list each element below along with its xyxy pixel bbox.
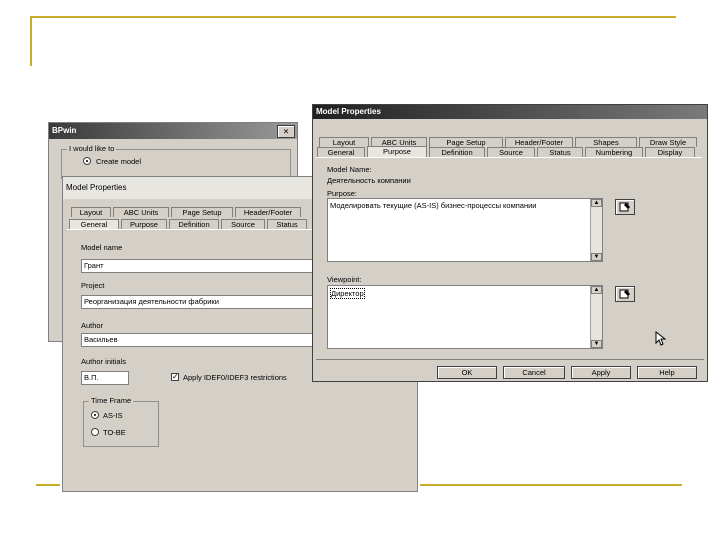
tab-source[interactable]: Source [487, 147, 535, 157]
slide-top-rule [30, 16, 676, 18]
author-initials-input[interactable]: В.П. [81, 371, 129, 385]
tab-display[interactable]: Display [645, 147, 695, 157]
as-is-label: AS-IS [103, 411, 123, 420]
viewpoint-text: Директор [330, 288, 365, 299]
mp-left-title: Model Properties [66, 183, 127, 192]
bpwin-title: BPwin [52, 126, 77, 135]
tab-status[interactable]: Status [537, 147, 583, 157]
to-be-label: TO-BE [103, 428, 126, 437]
close-icon: ✕ [282, 127, 290, 136]
author-initials-label: Author initials [81, 357, 127, 366]
mp-right-titlebar: Model Properties [313, 105, 707, 119]
help-button[interactable]: Help [637, 366, 697, 379]
idef-restrictions-label: Apply IDEF0/IDEF3 restrictions [183, 373, 287, 382]
purpose-scrollbar[interactable]: ▲ ▼ [590, 199, 602, 261]
tab-page-setup[interactable]: Page Setup [429, 137, 503, 147]
apply-button[interactable]: Apply [571, 366, 631, 379]
tab-header-footer[interactable]: Header/Footer [505, 137, 573, 147]
purpose-textarea[interactable]: Моделировать текущие (AS-IS) бизнес-проц… [327, 198, 603, 262]
slide-left-rule [30, 16, 32, 66]
tab-abc-units[interactable]: ABC Units [113, 207, 169, 217]
tab-layout[interactable]: Layout [319, 137, 369, 147]
bpwin-titlebar: BPwin [49, 123, 297, 139]
tab-purpose[interactable]: Purpose [367, 146, 427, 157]
purpose-text: Моделировать текущие (AS-IS) бизнес-проц… [330, 201, 537, 210]
tab-general[interactable]: General [317, 147, 365, 157]
scroll-up-icon[interactable]: ▲ [591, 286, 602, 294]
create-model-label: Create model [96, 157, 142, 166]
scroll-down-icon[interactable]: ▼ [591, 253, 602, 261]
to-be-radio[interactable] [91, 428, 99, 436]
mp-right-title: Model Properties [316, 107, 381, 116]
cancel-button[interactable]: Cancel [503, 366, 565, 379]
purpose-edit-button[interactable] [615, 199, 635, 215]
tab-definition[interactable]: Definition [169, 219, 219, 229]
scroll-down-icon[interactable]: ▼ [591, 340, 602, 348]
tab-numbering[interactable]: Numbering [585, 147, 643, 157]
tab-definition[interactable]: Definition [429, 147, 485, 157]
purpose-label: Purpose: [327, 189, 358, 198]
mp-right-tab-panel-border [316, 157, 702, 158]
model-name-label: Model Name: [327, 165, 372, 174]
viewpoint-scrollbar[interactable]: ▲ ▼ [590, 286, 602, 348]
tab-page-setup[interactable]: Page Setup [171, 207, 233, 217]
slide-bottom-rule-left [36, 484, 60, 486]
viewpoint-textarea[interactable]: Директор ▲ ▼ [327, 285, 603, 349]
bpwin-intro-label: I would like to [67, 144, 117, 153]
model-properties-right: Model Properties Layout ABC Units Page S… [312, 104, 708, 382]
slide-bottom-rule-right [420, 484, 682, 486]
tab-purpose[interactable]: Purpose [121, 219, 167, 229]
close-button[interactable]: ✕ [277, 125, 295, 138]
tab-general[interactable]: General [69, 219, 119, 229]
tab-header-footer[interactable]: Header/Footer [235, 207, 301, 217]
scroll-up-icon[interactable]: ▲ [591, 199, 602, 207]
author-label: Author [81, 321, 104, 330]
model-name-label: Model name [81, 243, 123, 252]
ok-button[interactable]: OK [437, 366, 497, 379]
idef-restrictions-checkbox[interactable]: ✓ [171, 373, 179, 381]
edit-icon [619, 289, 630, 299]
edit-icon [619, 202, 630, 212]
tab-status[interactable]: Status [267, 219, 307, 229]
model-name-value: Деятельность компании [327, 176, 411, 185]
button-bar [316, 359, 704, 360]
project-label: Project [81, 281, 105, 290]
tab-shapes[interactable]: Shapes [575, 137, 637, 147]
viewpoint-edit-button[interactable] [615, 286, 635, 302]
time-frame-label: Time Frame [89, 396, 134, 405]
tab-layout[interactable]: Layout [71, 207, 111, 217]
mouse-cursor-icon [655, 331, 667, 346]
create-model-radio[interactable] [83, 157, 91, 165]
as-is-radio[interactable] [91, 411, 99, 419]
tab-source[interactable]: Source [221, 219, 265, 229]
tab-draw-style[interactable]: Draw Style [639, 137, 697, 147]
time-frame-group [83, 401, 159, 447]
viewpoint-label: Viewpoint: [327, 275, 362, 284]
